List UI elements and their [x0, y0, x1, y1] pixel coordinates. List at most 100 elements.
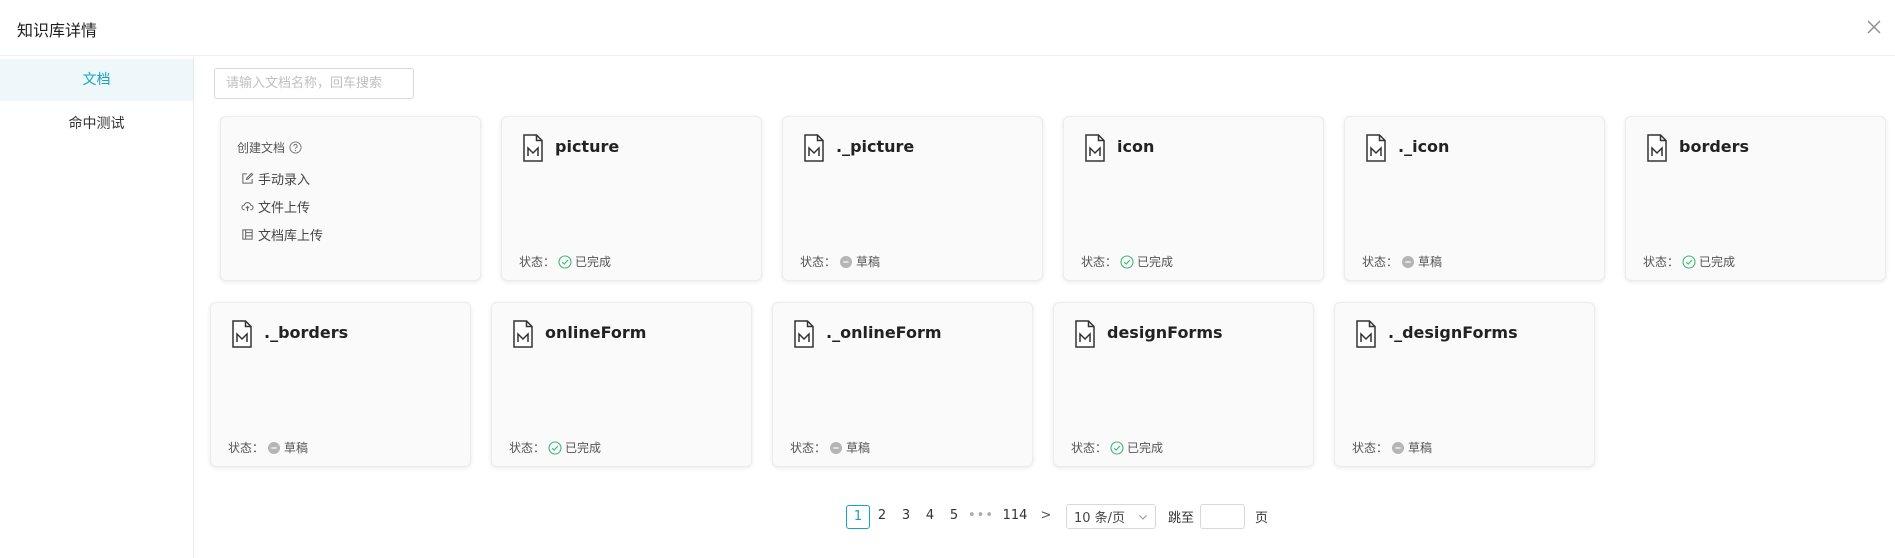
check-circle-icon [1110, 440, 1124, 455]
document-name: ._designForms [1388, 323, 1518, 342]
create-document-label: 创建文档 [237, 141, 286, 155]
page-2[interactable]: 2 [870, 505, 894, 529]
create-document-title: 创建文档 [237, 139, 302, 156]
document-status: 状态： 已完成 [509, 439, 601, 456]
search-input[interactable] [214, 68, 414, 99]
status-text: 已完成 [1699, 255, 1736, 269]
page-4[interactable]: 4 [918, 505, 942, 529]
document-name: onlineForm [545, 323, 647, 342]
document-status: 状态： 草稿 [228, 439, 308, 456]
manual-entry-option[interactable]: 手动录入 [241, 169, 310, 188]
page-size-value: 10 条/页 [1074, 511, 1126, 526]
document-card[interactable]: ._onlineForm 状态： 草稿 [772, 302, 1033, 467]
document-name: icon [1117, 137, 1155, 156]
status-text: 草稿 [1418, 255, 1443, 269]
status-text: 草稿 [846, 441, 871, 455]
check-circle-icon [558, 254, 572, 269]
status-prefix: 状态： [800, 255, 837, 269]
sidebar-item-hit-test[interactable]: 命中测试 [0, 103, 193, 145]
status-prefix: 状态： [519, 255, 556, 269]
library-upload-label: 文档库上传 [258, 229, 324, 244]
status-prefix: 状态： [1071, 441, 1108, 455]
check-circle-icon [1120, 254, 1134, 269]
status-prefix: 状态： [228, 441, 265, 455]
status-prefix: 状态： [1352, 441, 1389, 455]
document-name: ._onlineForm [826, 323, 942, 342]
document-name: ._borders [264, 323, 349, 342]
document-status: 状态： 已完成 [1643, 253, 1735, 270]
sidebar: 文档 命中测试 [0, 57, 194, 558]
close-icon[interactable] [1865, 18, 1883, 36]
check-circle-icon [548, 440, 562, 455]
document-card[interactable]: icon 状态： 已完成 [1063, 116, 1324, 281]
status-prefix: 状态： [790, 441, 827, 455]
jump-page-input[interactable] [1200, 504, 1246, 529]
markdown-file-icon [1085, 134, 1105, 162]
status-prefix: 状态： [1081, 255, 1118, 269]
document-status: 状态： 草稿 [790, 439, 870, 456]
document-card[interactable]: onlineForm 状态： 已完成 [491, 302, 752, 467]
status-text: 草稿 [284, 441, 309, 455]
status-text: 已完成 [565, 441, 602, 455]
minus-circle-icon [840, 255, 853, 268]
minus-circle-icon [268, 441, 281, 454]
document-name: borders [1679, 137, 1750, 156]
page-1[interactable]: 1 [846, 504, 870, 529]
create-document-card: 创建文档 手动录入 文件上传 文档库上传 [220, 116, 481, 281]
library-upload-option[interactable]: 文档库上传 [241, 225, 323, 244]
file-upload-option[interactable]: 文件上传 [241, 197, 310, 216]
chevron-down-icon [1139, 515, 1147, 520]
document-status: 状态： 草稿 [800, 253, 880, 270]
markdown-file-icon [523, 134, 543, 162]
document-name: ._icon [1398, 137, 1450, 156]
document-name: picture [555, 137, 620, 156]
status-prefix: 状态： [1362, 255, 1399, 269]
page-ellipsis[interactable]: ••• [966, 505, 996, 529]
status-text: 已完成 [1137, 255, 1174, 269]
document-status: 状态： 草稿 [1352, 439, 1432, 456]
document-card[interactable]: ._icon 状态： 草稿 [1344, 116, 1605, 281]
minus-circle-icon [830, 441, 843, 454]
status-prefix: 状态： [509, 441, 546, 455]
sidebar-item-documents[interactable]: 文档 [0, 59, 193, 101]
next-page-button[interactable]: > [1034, 505, 1058, 529]
document-status: 状态： 已完成 [1081, 253, 1173, 270]
cloud-upload-icon [241, 202, 254, 212]
document-status: 状态： 已完成 [1071, 439, 1163, 456]
manual-entry-label: 手动录入 [258, 173, 311, 188]
document-card[interactable]: ._picture 状态： 草稿 [782, 116, 1043, 281]
document-name: ._picture [836, 137, 915, 156]
document-card[interactable]: ._borders 状态： 草稿 [210, 302, 471, 467]
markdown-file-icon [1356, 320, 1376, 348]
document-card[interactable]: designForms 状态： 已完成 [1053, 302, 1314, 467]
page-3[interactable]: 3 [894, 505, 918, 529]
status-text: 草稿 [856, 255, 881, 269]
markdown-file-icon [513, 320, 533, 348]
document-card[interactable]: ._designForms 状态： 草稿 [1334, 302, 1595, 467]
markdown-file-icon [794, 320, 814, 348]
file-upload-label: 文件上传 [258, 201, 311, 216]
edit-icon [242, 172, 254, 184]
markdown-file-icon [1647, 134, 1667, 162]
page-last[interactable]: 114 [996, 505, 1034, 529]
check-circle-icon [1682, 254, 1696, 269]
markdown-file-icon [232, 320, 252, 348]
status-prefix: 状态： [1643, 255, 1680, 269]
minus-circle-icon [1402, 255, 1415, 268]
dialog-title: 知识库详情 [17, 21, 98, 40]
status-text: 已完成 [575, 255, 612, 269]
document-name: designForms [1107, 323, 1223, 342]
pagination: 1 2 3 4 5 ••• 114 > 10 条/页 跳至 页 [846, 504, 1268, 529]
jump-label: 跳至 [1168, 511, 1195, 526]
status-text: 已完成 [1127, 441, 1164, 455]
question-circle-icon[interactable] [289, 141, 302, 154]
status-text: 草稿 [1408, 441, 1433, 455]
markdown-file-icon [1075, 320, 1095, 348]
page-size-select[interactable]: 10 条/页 [1066, 504, 1156, 529]
library-icon [242, 229, 253, 240]
dialog-header: 知识库详情 [0, 0, 1895, 56]
document-card[interactable]: borders 状态： 已完成 [1625, 116, 1886, 281]
page-5[interactable]: 5 [942, 505, 966, 529]
jump-unit: 页 [1255, 511, 1269, 526]
document-card[interactable]: picture 状态： 已完成 [501, 116, 762, 281]
